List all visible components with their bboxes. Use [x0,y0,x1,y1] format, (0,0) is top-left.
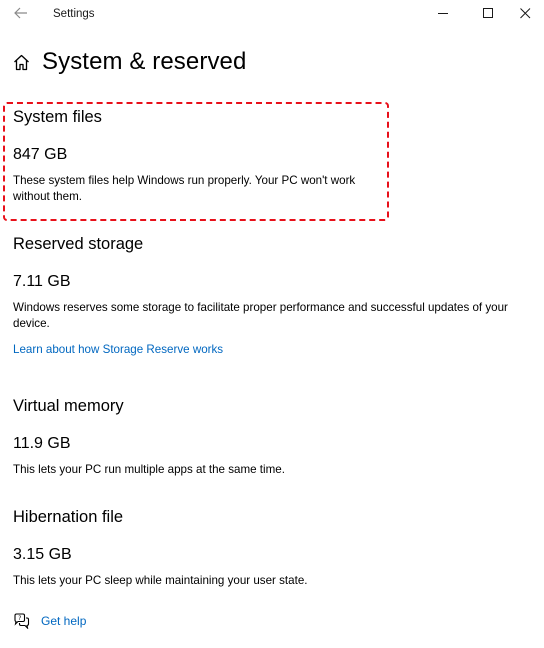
app-title: Settings [53,8,95,20]
settings-window: Settings System & reserved System files … [0,0,544,648]
section-size: 11.9 GB [13,435,71,452]
get-help-link[interactable]: Get help [41,614,86,628]
section-virtual-memory: Virtual memory 11.9 GB This lets your PC… [13,397,533,478]
minimize-icon [437,6,449,24]
section-system-files: System files 847 GB These system files h… [13,108,533,205]
page-title: System & reserved [42,48,247,75]
section-description: This lets your PC run multiple apps at t… [13,463,285,476]
section-size: 7.11 GB [13,273,71,290]
section-description: This lets your PC sleep while maintainin… [13,574,308,587]
storage-reserve-link[interactable]: Learn about how Storage Reserve works [13,343,223,356]
back-arrow-icon [14,6,28,24]
title-bar: Settings [0,0,544,30]
close-button[interactable] [503,0,544,30]
section-size: 847 GB [13,146,68,163]
section-title: Hibernation file [13,508,124,526]
section-title: Virtual memory [13,397,124,415]
close-icon [519,6,531,24]
svg-text:?: ? [18,615,21,622]
section-description: Windows reserves some storage to facilit… [13,301,508,330]
section-title: System files [13,108,102,126]
section-reserved-storage: Reserved storage 7.11 GB Windows reserve… [13,235,533,358]
maximize-icon [482,6,494,24]
minimize-button[interactable] [421,0,465,30]
get-help-row[interactable]: ? Get help [12,612,86,630]
section-description: These system files help Windows run prop… [13,174,356,203]
section-title: Reserved storage [13,235,144,253]
help-chat-icon: ? [12,612,30,630]
section-size: 3.15 GB [13,546,72,563]
home-icon[interactable] [12,53,30,71]
page-header: System & reserved [12,48,246,76]
back-button[interactable] [10,5,32,25]
section-hibernation-file: Hibernation file 3.15 GB This lets your … [13,508,533,589]
